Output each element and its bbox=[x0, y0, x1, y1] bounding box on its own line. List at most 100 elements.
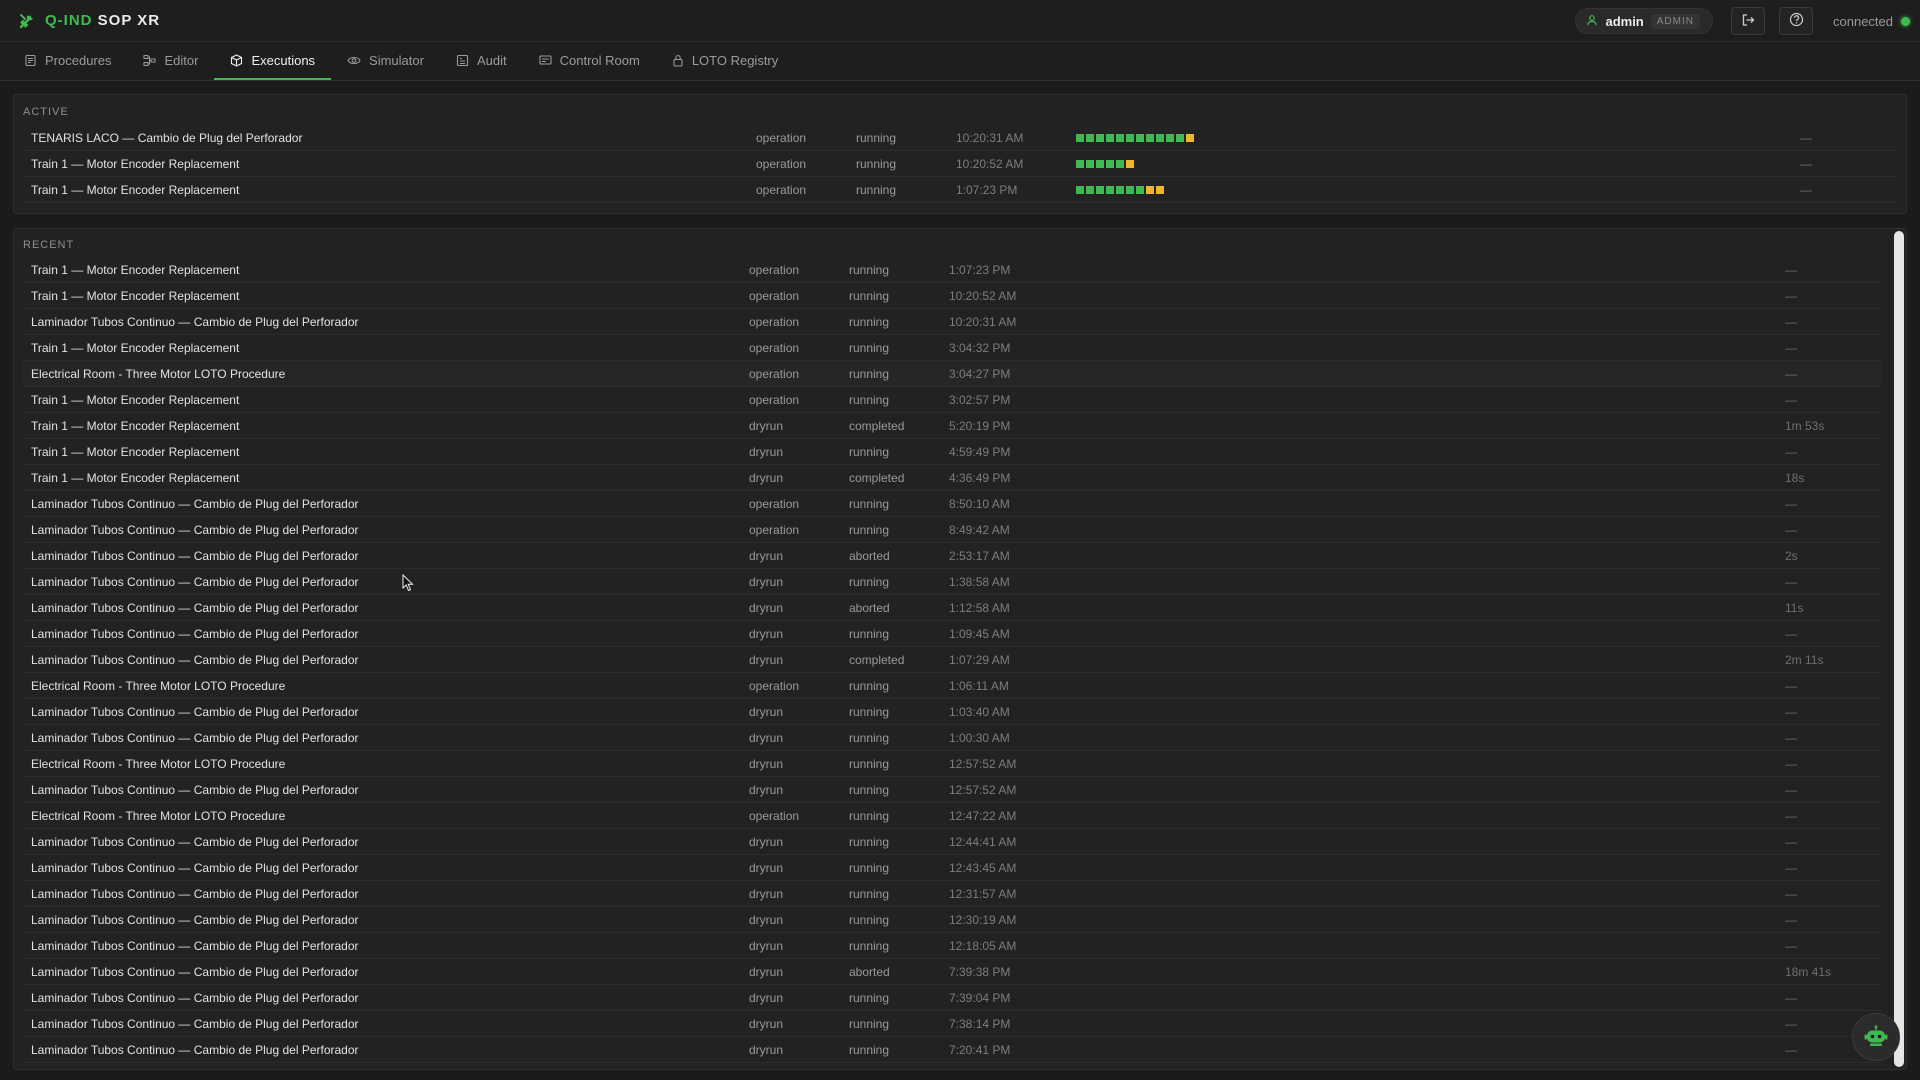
execution-duration: — bbox=[1785, 340, 1797, 355]
execution-start-time: 4:36:49 PM bbox=[949, 470, 1011, 485]
top-bar: Q-IND SOP XR admin ADMIN connected bbox=[0, 0, 1920, 42]
execution-row[interactable]: Laminador Tubos Continuo — Cambio de Plu… bbox=[23, 595, 1881, 621]
help-button[interactable] bbox=[1779, 7, 1813, 35]
execution-row[interactable]: Laminador Tubos Continuo — Cambio de Plu… bbox=[23, 569, 1881, 595]
execution-row[interactable]: Laminador Tubos Continuo — Cambio de Plu… bbox=[23, 855, 1881, 881]
execution-status: completed bbox=[849, 418, 905, 433]
execution-row[interactable]: Electrical Room - Three Motor LOTO Proce… bbox=[23, 673, 1881, 699]
execution-row[interactable]: Laminador Tubos Continuo — Cambio de Plu… bbox=[23, 699, 1881, 725]
execution-row[interactable]: Laminador Tubos Continuo — Cambio de Plu… bbox=[23, 1011, 1881, 1037]
execution-row[interactable]: Laminador Tubos Continuo — Cambio de Plu… bbox=[23, 621, 1881, 647]
execution-status: running bbox=[849, 678, 890, 693]
lock-icon bbox=[672, 54, 684, 67]
execution-type: dryrun bbox=[749, 470, 784, 485]
execution-name: Electrical Room - Three Motor LOTO Proce… bbox=[31, 756, 286, 771]
execution-row[interactable]: Train 1 — Motor Encoder Replacement dryru… bbox=[23, 439, 1881, 465]
execution-status: running bbox=[849, 1042, 890, 1057]
main-tabs: Procedures Editor Executions Simulator Audit… bbox=[0, 43, 1920, 81]
user-menu[interactable]: admin ADMIN bbox=[1575, 8, 1713, 34]
execution-row[interactable]: Train 1 — Motor Encoder Replacement opera… bbox=[23, 151, 1897, 177]
tab-loto-registry[interactable]: LOTO Registry bbox=[656, 43, 794, 80]
tab-audit[interactable]: Audit bbox=[440, 43, 523, 80]
connection-status: connected bbox=[1833, 14, 1910, 29]
execution-start-time: 12:31:57 AM bbox=[949, 886, 1017, 901]
execution-name: Train 1 — Motor Encoder Replacement bbox=[31, 392, 240, 407]
execution-row[interactable]: Electrical Room - Three Motor LOTO Proce… bbox=[23, 803, 1881, 829]
execution-type: dryrun bbox=[749, 834, 784, 849]
active-executions-list: TENARIS LACO — Cambio de Plug del Perfor… bbox=[23, 125, 1897, 203]
execution-duration: — bbox=[1785, 990, 1797, 1005]
execution-duration: 18m 41s bbox=[1785, 964, 1832, 979]
execution-duration: — bbox=[1785, 912, 1797, 927]
execution-row[interactable]: Laminador Tubos Continuo — Cambio de Plu… bbox=[23, 517, 1881, 543]
execution-row[interactable]: Laminador Tubos Continuo — Cambio de Plu… bbox=[23, 309, 1881, 335]
execution-start-time: 12:30:19 AM bbox=[949, 912, 1017, 927]
execution-name: Train 1 — Motor Encoder Replacement bbox=[31, 288, 240, 303]
execution-row[interactable]: Laminador Tubos Continuo — Cambio de Plu… bbox=[23, 1037, 1881, 1063]
execution-duration: — bbox=[1785, 1042, 1797, 1057]
tab-editor[interactable]: Editor bbox=[127, 43, 214, 80]
execution-type: dryrun bbox=[749, 704, 784, 719]
mouse-cursor-icon bbox=[402, 573, 414, 595]
execution-row[interactable]: Electrical Room - Three Motor LOTO Proce… bbox=[23, 751, 1881, 777]
execution-status: running bbox=[849, 990, 890, 1005]
execution-row[interactable]: Laminador Tubos Continuo — Cambio de Plu… bbox=[23, 933, 1881, 959]
execution-status: running bbox=[849, 912, 890, 927]
execution-row[interactable]: Train 1 — Motor Encoder Replacement dryru… bbox=[23, 413, 1881, 439]
execution-start-time: 10:20:52 AM bbox=[956, 156, 1024, 171]
step-current bbox=[1186, 133, 1194, 142]
execution-type: operation bbox=[749, 340, 800, 355]
tab-control-room[interactable]: Control Room bbox=[523, 43, 656, 80]
tab-executions[interactable]: Executions bbox=[214, 43, 332, 80]
execution-name: Laminador Tubos Continuo — Cambio de Plu… bbox=[31, 704, 359, 719]
tab-procedures[interactable]: Procedures bbox=[8, 43, 127, 80]
execution-type: dryrun bbox=[749, 912, 784, 927]
execution-row[interactable]: Laminador Tubos Continuo — Cambio de Plu… bbox=[23, 907, 1881, 933]
execution-name: Laminador Tubos Continuo — Cambio de Plu… bbox=[31, 834, 359, 849]
execution-type: operation bbox=[756, 182, 807, 197]
scrollbar[interactable] bbox=[1894, 231, 1904, 1067]
connection-label: connected bbox=[1833, 13, 1893, 29]
execution-type: operation bbox=[749, 392, 800, 407]
logout-button[interactable] bbox=[1731, 7, 1765, 35]
execution-duration: — bbox=[1785, 496, 1797, 511]
execution-row[interactable]: Laminador Tubos Continuo — Cambio de Plu… bbox=[23, 959, 1881, 985]
step-complete bbox=[1176, 133, 1184, 142]
execution-row[interactable]: Laminador Tubos Continuo — Cambio de Plu… bbox=[23, 647, 1881, 673]
execution-type: operation bbox=[756, 130, 807, 145]
execution-row[interactable]: Train 1 — Motor Encoder Replacement opera… bbox=[23, 335, 1881, 361]
execution-row[interactable]: TENARIS LACO — Cambio de Plug del Perfor… bbox=[23, 125, 1897, 151]
execution-row[interactable]: Laminador Tubos Continuo — Cambio de Plu… bbox=[23, 725, 1881, 751]
execution-row[interactable]: Train 1 — Motor Encoder Replacement opera… bbox=[23, 177, 1897, 203]
execution-row[interactable]: Train 1 — Motor Encoder Replacement opera… bbox=[23, 283, 1881, 309]
execution-row[interactable]: Train 1 — Motor Encoder Replacement opera… bbox=[23, 257, 1881, 283]
execution-name: Laminador Tubos Continuo — Cambio de Plu… bbox=[31, 938, 359, 953]
execution-type: dryrun bbox=[749, 574, 784, 589]
execution-start-time: 7:39:38 PM bbox=[949, 964, 1011, 979]
execution-row[interactable]: Laminador Tubos Continuo — Cambio de Plu… bbox=[23, 777, 1881, 803]
execution-status: running bbox=[849, 392, 890, 407]
execution-start-time: 10:20:31 AM bbox=[949, 314, 1017, 329]
execution-row[interactable]: Laminador Tubos Continuo — Cambio de Plu… bbox=[23, 543, 1881, 569]
execution-type: dryrun bbox=[749, 418, 784, 433]
execution-duration: — bbox=[1785, 262, 1797, 277]
tab-simulator[interactable]: Simulator bbox=[331, 43, 440, 80]
execution-row[interactable]: Train 1 — Motor Encoder Replacement dryru… bbox=[23, 465, 1881, 491]
role-badge: ADMIN bbox=[1650, 13, 1700, 29]
step-complete bbox=[1106, 159, 1114, 168]
execution-row[interactable]: Laminador Tubos Continuo — Cambio de Plu… bbox=[23, 829, 1881, 855]
execution-row[interactable]: Train 1 — Motor Encoder Replacement opera… bbox=[23, 387, 1881, 413]
execution-row[interactable]: Laminador Tubos Continuo — Cambio de Plu… bbox=[23, 491, 1881, 517]
step-complete bbox=[1096, 133, 1104, 142]
execution-start-time: 3:02:57 PM bbox=[949, 392, 1011, 407]
robot-icon bbox=[1864, 1024, 1888, 1050]
execution-name: Laminador Tubos Continuo — Cambio de Plu… bbox=[31, 652, 359, 667]
execution-row[interactable]: Laminador Tubos Continuo — Cambio de Plu… bbox=[23, 985, 1881, 1011]
execution-row[interactable]: Laminador Tubos Continuo — Cambio de Plu… bbox=[23, 881, 1881, 907]
execution-row[interactable]: Electrical Room - Three Motor LOTO Proce… bbox=[23, 361, 1881, 387]
assistant-button[interactable] bbox=[1852, 1013, 1900, 1061]
execution-duration: — bbox=[1785, 886, 1797, 901]
execution-name: Laminador Tubos Continuo — Cambio de Plu… bbox=[31, 860, 359, 875]
execution-type: dryrun bbox=[749, 730, 784, 745]
step-current bbox=[1146, 185, 1154, 194]
